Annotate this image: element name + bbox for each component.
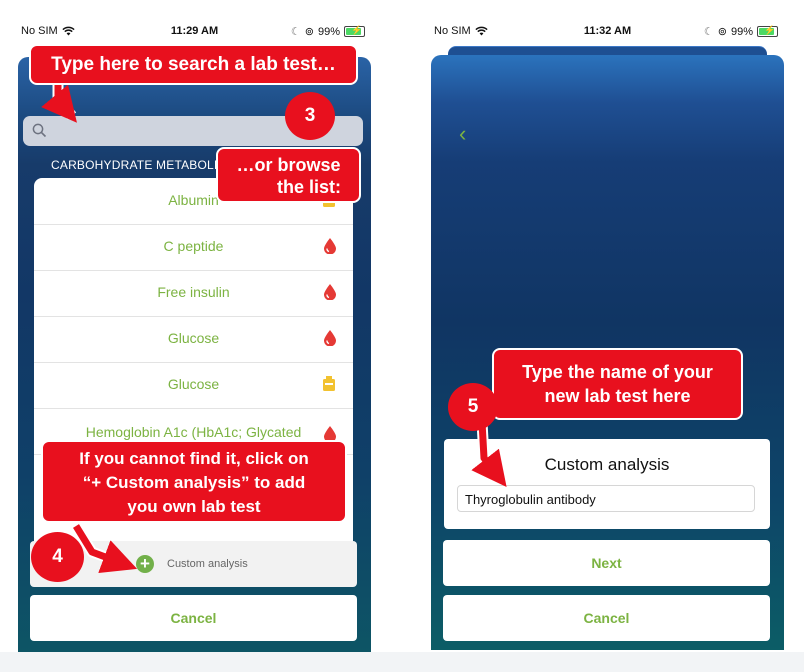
- status-bar: No SIM 11:32 AM ☾ ⊚ 99% ⚡: [431, 15, 784, 45]
- section-header: CARBOHYDRATE METABOLISM: [51, 158, 236, 172]
- step-badge-4: 4: [31, 532, 84, 582]
- list-item[interactable]: C peptide: [34, 224, 353, 271]
- urine-icon: [323, 376, 335, 391]
- step-badge-5: 5: [448, 383, 498, 431]
- plus-icon: +: [136, 555, 154, 573]
- card-title: Custom analysis: [544, 455, 670, 474]
- phone-screen-custom-analysis: No SIM 11:32 AM ☾ ⊚ 99% ⚡ ‹ Custom analy…: [431, 15, 784, 652]
- blood-drop-icon: [324, 284, 336, 300]
- orientation-lock-icon: ⊚: [717, 26, 727, 38]
- step-badge-3: 3: [285, 92, 335, 140]
- callout-name: Type the name of your new lab test here: [492, 348, 743, 420]
- moon-icon: ☾: [703, 26, 714, 38]
- battery-icon: ⚡: [344, 25, 365, 37]
- list-item[interactable]: Free insulin: [34, 270, 353, 317]
- custom-analysis-card: Custom analysis Thyroglobulin antibody: [444, 439, 770, 529]
- back-chevron-icon[interactable]: ‹: [459, 121, 466, 147]
- callout-custom: If you cannot find it, click on “+ Custo…: [41, 440, 347, 523]
- battery-icon: ⚡: [757, 25, 778, 37]
- cancel-button[interactable]: Cancel: [443, 595, 770, 641]
- orientation-lock-icon: ⊚: [304, 26, 314, 38]
- blood-drop-icon: [324, 330, 336, 346]
- callout-search: Type here to search a lab test…: [29, 44, 358, 85]
- bottom-strip: [0, 652, 804, 672]
- callout-browse: …or browse the list:: [216, 147, 361, 203]
- list-item[interactable]: Glucose: [34, 362, 353, 409]
- next-button[interactable]: Next: [443, 540, 770, 586]
- search-icon: [32, 123, 47, 138]
- test-name-input[interactable]: Thyroglobulin antibody: [457, 485, 755, 512]
- blood-drop-icon: [324, 238, 336, 254]
- battery-percent: 99%: [317, 25, 340, 38]
- battery-percent: 99%: [730, 25, 753, 38]
- cancel-button[interactable]: Cancel: [30, 595, 357, 641]
- list-item[interactable]: Glucose: [34, 316, 353, 363]
- moon-icon: ☾: [290, 26, 301, 38]
- status-bar: No SIM 11:29 AM ☾ ⊚ 99% ⚡: [18, 15, 371, 45]
